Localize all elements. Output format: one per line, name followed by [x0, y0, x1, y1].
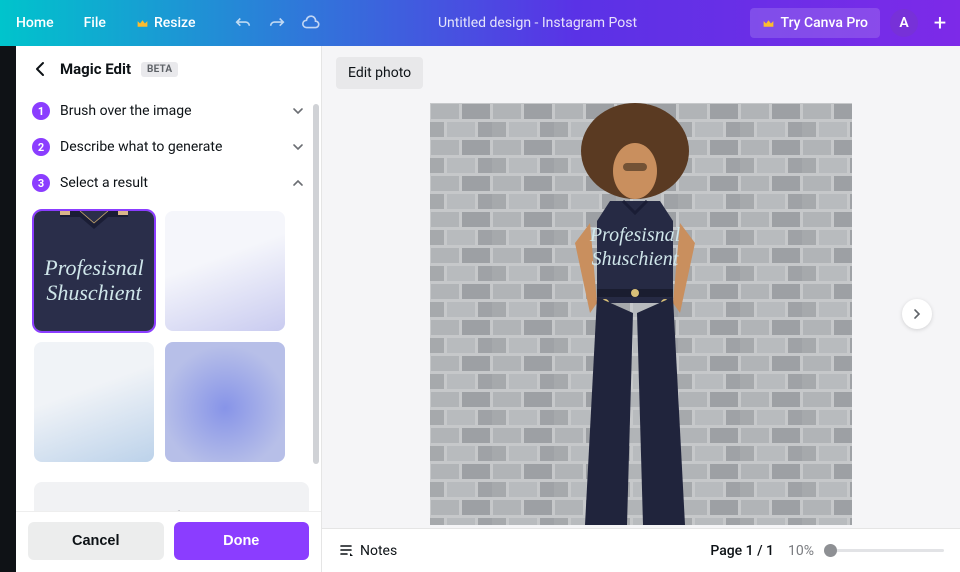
collar-shape — [60, 211, 128, 237]
back-icon[interactable] — [32, 60, 50, 78]
step-label: Describe what to generate — [60, 139, 281, 155]
chevron-down-icon — [291, 104, 305, 118]
design-title[interactable]: Untitled design - Instagram Post — [325, 15, 749, 31]
resize-button[interactable]: Resize — [128, 9, 204, 37]
zoom-slider[interactable] — [824, 549, 944, 552]
bottom-bar: Notes Page 1 / 1 10% — [322, 528, 960, 572]
try-pro-label: Try Canva Pro — [781, 15, 868, 31]
edit-photo-button[interactable]: Edit photo — [336, 57, 423, 89]
svg-text:Shuschient: Shuschient — [592, 248, 679, 270]
canvas-toolbar: Edit photo — [322, 46, 960, 100]
notes-label: Notes — [360, 543, 397, 559]
result-tile-2[interactable] — [165, 211, 285, 331]
beta-badge: BETA — [141, 62, 178, 77]
spinner-icon — [162, 502, 182, 511]
canvas-area: Edit photo — [322, 46, 960, 572]
steps-container: 1 Brush over the image 2 Describe what t… — [16, 91, 321, 511]
redo-button[interactable] — [263, 9, 291, 37]
zoom-control: 10% — [788, 543, 944, 559]
step-select[interactable]: 3 Select a result — [32, 165, 311, 201]
next-page-button[interactable] — [902, 299, 932, 329]
toolbar-right: Try Canva Pro A + — [750, 8, 952, 38]
result-preview: Profesisnal Shuschient — [34, 211, 154, 331]
generate-more-button[interactable] — [34, 482, 309, 511]
crown-icon — [762, 17, 775, 30]
toolbar-history — [229, 9, 325, 37]
step-brush[interactable]: 1 Brush over the image — [32, 93, 311, 129]
top-toolbar: Home File Resize Untitled design - Insta… — [0, 0, 960, 46]
person-photo: Profesisnal Shuschient — [535, 103, 755, 525]
result-tile-3[interactable] — [34, 342, 154, 462]
generate-more-row — [32, 472, 311, 511]
canvas-stage[interactable]: Profesisnal Shuschient — [322, 100, 960, 528]
file-button[interactable]: File — [76, 9, 114, 37]
crown-icon — [136, 17, 149, 30]
avatar[interactable]: A — [890, 9, 918, 37]
step-number: 2 — [32, 138, 50, 156]
try-pro-button[interactable]: Try Canva Pro — [750, 8, 880, 38]
zoom-thumb[interactable] — [824, 544, 837, 557]
chevron-down-icon — [291, 140, 305, 154]
notes-icon — [338, 543, 354, 559]
results-grid: Profesisnal Shuschient — [32, 201, 311, 472]
toolbar-left: Home File Resize — [8, 9, 325, 37]
zoom-level[interactable]: 10% — [788, 543, 814, 559]
artboard[interactable]: Profesisnal Shuschient — [430, 103, 852, 525]
result-tile-4[interactable] — [165, 342, 285, 462]
cancel-button[interactable]: Cancel — [28, 522, 164, 560]
panel-scrollbar[interactable] — [313, 104, 319, 504]
result-text: Profesisnal Shuschient — [38, 255, 149, 312]
resize-label: Resize — [154, 15, 196, 31]
left-rail — [0, 46, 16, 572]
step-number: 1 — [32, 102, 50, 120]
result-tile-1[interactable]: Profesisnal Shuschient — [34, 211, 154, 331]
done-button[interactable]: Done — [174, 522, 310, 560]
home-button[interactable]: Home — [8, 9, 62, 37]
panel-title: Magic Edit — [60, 60, 131, 78]
notes-button[interactable]: Notes — [338, 543, 397, 559]
chevron-up-icon — [291, 176, 305, 190]
step-label: Select a result — [60, 175, 281, 191]
page-indicator[interactable]: Page 1 / 1 — [710, 543, 774, 559]
undo-button[interactable] — [229, 9, 257, 37]
svg-text:Profesisnal: Profesisnal — [589, 224, 681, 246]
panel-header: Magic Edit BETA — [16, 46, 321, 91]
step-label: Brush over the image — [60, 103, 281, 119]
share-plus-button[interactable]: + — [928, 11, 952, 35]
step-describe[interactable]: 2 Describe what to generate — [32, 129, 311, 165]
chevron-right-icon — [911, 308, 923, 320]
panel-footer: Cancel Done — [16, 511, 321, 572]
step-number: 3 — [32, 174, 50, 192]
scrollbar-thumb[interactable] — [313, 104, 319, 464]
cloud-sync-icon[interactable] — [297, 9, 325, 37]
magic-edit-panel: Magic Edit BETA 1 Brush over the image 2… — [16, 46, 322, 572]
